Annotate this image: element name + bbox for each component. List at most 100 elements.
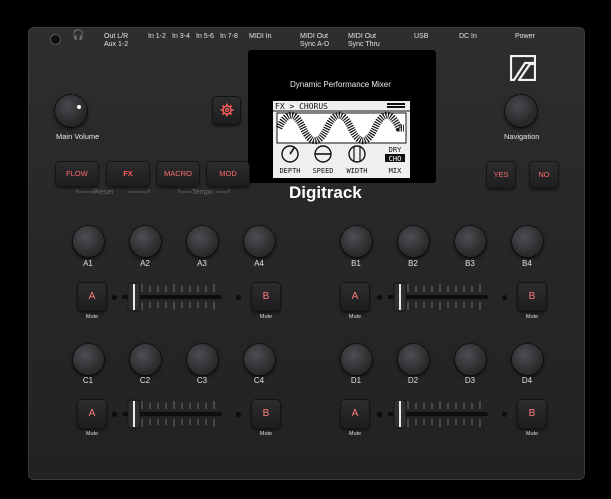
headphones-icon: 🎧 bbox=[72, 30, 85, 41]
crossfader-right-top[interactable] bbox=[386, 282, 496, 312]
knob-d1[interactable] bbox=[341, 344, 372, 375]
flow-button[interactable]: FLOW bbox=[56, 162, 98, 186]
knob-label-b2: B2 bbox=[408, 259, 418, 268]
knob-c4[interactable] bbox=[244, 344, 275, 375]
label-midi-in: MIDI In bbox=[249, 33, 272, 40]
yes-button[interactable]: YES bbox=[487, 162, 515, 188]
knob-indicator-icon bbox=[77, 105, 81, 109]
knob-label-d1: D1 bbox=[350, 376, 362, 385]
led-dot bbox=[236, 295, 241, 300]
crossfader-left-bottom[interactable] bbox=[120, 399, 230, 429]
mute-button-a-left[interactable]: A bbox=[78, 283, 106, 311]
display-header: Dynamic Performance Mixer bbox=[290, 80, 391, 89]
knob-b2[interactable] bbox=[398, 226, 429, 257]
knob-label-c3: C3 bbox=[196, 376, 208, 385]
knob-b4[interactable] bbox=[512, 226, 543, 257]
mix-label: MIX bbox=[389, 167, 402, 175]
knob-label-c1: C1 bbox=[82, 376, 94, 385]
label-power: Power bbox=[515, 33, 535, 40]
mix-cho-label: CHO bbox=[389, 155, 402, 163]
brand-logo-icon bbox=[510, 55, 536, 81]
knob-d2[interactable] bbox=[398, 344, 429, 375]
knob-label-a1: A1 bbox=[83, 259, 93, 268]
knob-a4[interactable] bbox=[244, 226, 275, 257]
mute-button-d-right[interactable]: B bbox=[518, 400, 546, 428]
mute-label: Mute bbox=[525, 314, 539, 320]
lcd-title: FX > CHORUS bbox=[275, 102, 328, 111]
crossfader-right-bottom[interactable] bbox=[386, 399, 496, 429]
label-sync-thru: Sync Thru bbox=[348, 41, 380, 48]
mute-label: Mute bbox=[525, 431, 539, 437]
knob-c1[interactable] bbox=[73, 344, 104, 375]
navigation-label: Navigation bbox=[504, 132, 540, 141]
led-dot bbox=[112, 295, 117, 300]
knob-c3[interactable] bbox=[187, 344, 218, 375]
led-dot bbox=[502, 412, 507, 417]
mute-label: Mute bbox=[85, 431, 99, 437]
no-button[interactable]: NO bbox=[530, 162, 558, 188]
label-in56: In 5-6 bbox=[196, 33, 214, 40]
mute-label: Mute bbox=[85, 314, 99, 320]
mute-button-c-right[interactable]: A bbox=[341, 400, 369, 428]
label-out-lr: Out L/R bbox=[104, 33, 129, 40]
mute-label: Mute bbox=[259, 314, 273, 320]
knob-label-d2: D2 bbox=[407, 376, 419, 385]
param-width-label: WIDTH bbox=[346, 167, 367, 175]
knob-label-b4: B4 bbox=[522, 259, 532, 268]
led-dot bbox=[112, 412, 117, 417]
mute-button-b-left[interactable]: B bbox=[252, 283, 280, 311]
knob-label-d3: D3 bbox=[464, 376, 476, 385]
knob-b1[interactable] bbox=[341, 226, 372, 257]
lcd-graphic: FX > CHORUS DEPTH SPEED WIDTH DRY CHO MI… bbox=[273, 102, 410, 175]
knob-label-c2: C2 bbox=[139, 376, 151, 385]
main-volume-label: Main Volume bbox=[56, 132, 100, 141]
mute-label: Mute bbox=[348, 314, 362, 320]
mod-button[interactable]: MOD bbox=[207, 162, 249, 186]
label-usb: USB bbox=[414, 33, 429, 40]
knob-label-b3: B3 bbox=[465, 259, 475, 268]
label-dc-in: DC In bbox=[459, 33, 477, 40]
mute-button-b-right[interactable]: B bbox=[518, 283, 546, 311]
param-speed-label: SPEED bbox=[312, 167, 333, 175]
knob-a2[interactable] bbox=[130, 226, 161, 257]
knob-a1[interactable] bbox=[73, 226, 104, 257]
knob-d3[interactable] bbox=[455, 344, 486, 375]
label-midi-out-1: MIDI Out bbox=[300, 33, 329, 40]
depth-dial-icon bbox=[281, 145, 299, 163]
knob-label-a3: A3 bbox=[197, 259, 207, 268]
macro-button[interactable]: MACRO bbox=[157, 162, 199, 186]
knob-d4[interactable] bbox=[512, 344, 543, 375]
param-depth-label: DEPTH bbox=[279, 167, 300, 175]
main-volume-knob[interactable] bbox=[55, 95, 87, 127]
crossfader-left-top[interactable] bbox=[120, 282, 230, 312]
led-dot bbox=[377, 295, 382, 300]
led-dot bbox=[502, 295, 507, 300]
mute-button-d-left[interactable]: B bbox=[252, 400, 280, 428]
led-dot bbox=[377, 412, 382, 417]
knob-c2[interactable] bbox=[130, 344, 161, 375]
mute-button-a-right[interactable]: A bbox=[341, 283, 369, 311]
brand-name: Digitrack bbox=[289, 183, 362, 202]
label-sync-ad: Sync A-D bbox=[300, 41, 330, 48]
knob-a3[interactable] bbox=[187, 226, 218, 257]
label-midi-out-2: MIDI Out bbox=[348, 33, 377, 40]
fx-button[interactable]: FX bbox=[107, 162, 149, 186]
knob-b3[interactable] bbox=[455, 226, 486, 257]
width-dial-icon bbox=[348, 145, 366, 163]
knob-label-d4: D4 bbox=[521, 376, 533, 385]
mute-button-c-left[interactable]: A bbox=[78, 400, 106, 428]
preset-label: Preset bbox=[93, 189, 114, 196]
settings-button[interactable] bbox=[213, 97, 240, 124]
power-jack-icon bbox=[50, 34, 61, 45]
tempo-label: Tempo bbox=[192, 189, 214, 196]
label-in12: In 1-2 bbox=[148, 33, 166, 40]
led-dot bbox=[236, 412, 241, 417]
speed-dial-icon bbox=[314, 145, 332, 163]
label-aux: Aux 1-2 bbox=[104, 41, 129, 48]
mix-dry-label: DRY bbox=[389, 146, 402, 154]
label-in34: In 3-4 bbox=[172, 33, 190, 40]
mute-label: Mute bbox=[348, 431, 362, 437]
knob-label-a2: A2 bbox=[140, 259, 150, 268]
navigation-knob[interactable] bbox=[505, 95, 537, 127]
label-in78: In 7-8 bbox=[220, 33, 238, 40]
